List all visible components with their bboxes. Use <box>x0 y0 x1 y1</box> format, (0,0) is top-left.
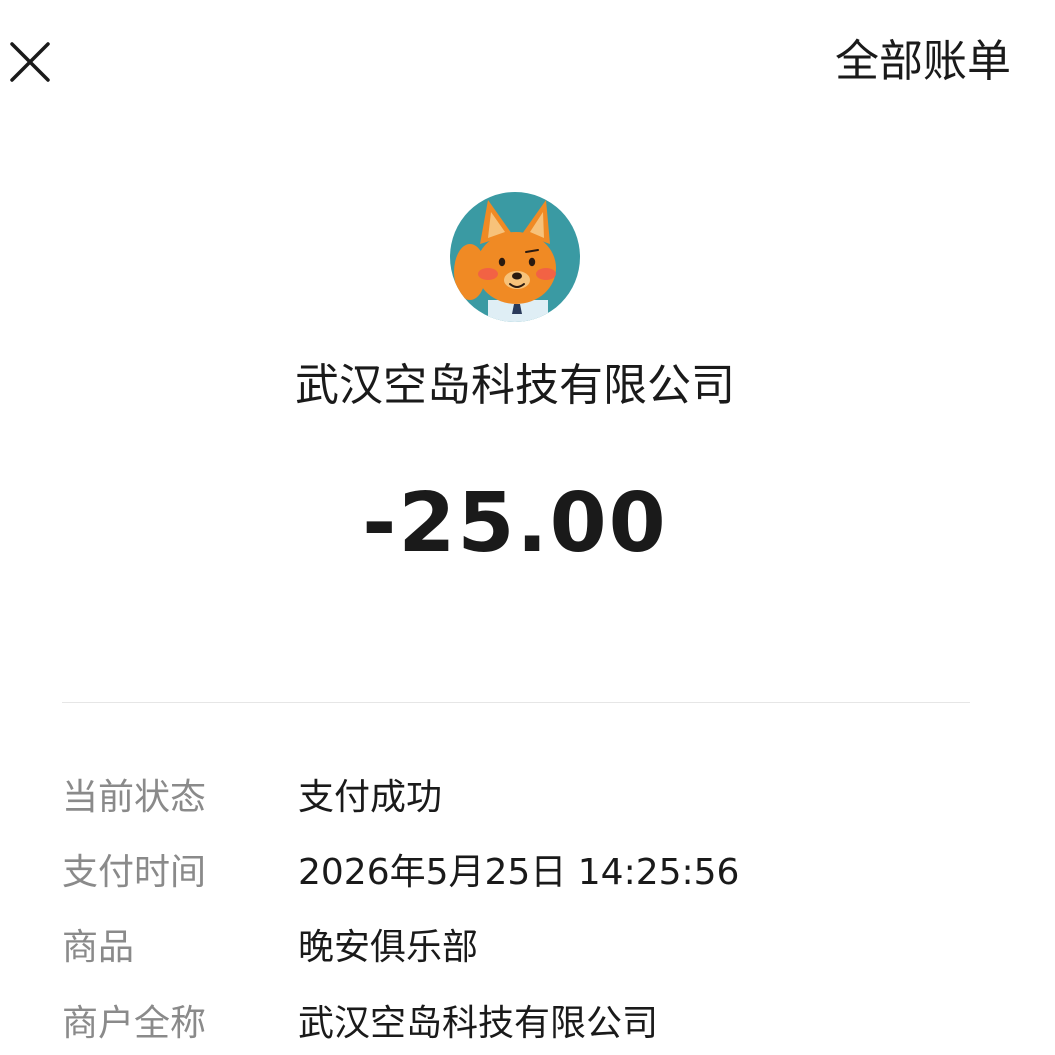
divider <box>62 702 970 703</box>
merchant-name: 武汉空岛科技有限公司 <box>295 360 735 411</box>
detail-label: 商品 <box>62 927 135 968</box>
detail-label: 支付时间 <box>62 852 207 893</box>
detail-value: 支付成功 <box>298 777 443 818</box>
detail-row-status: 当前状态 支付成功 <box>62 770 1022 826</box>
detail-value: 武汉空岛科技有限公司 <box>298 1003 659 1044</box>
detail-row-merchant-fullname: 商户全称 武汉空岛科技有限公司 <box>62 996 1022 1052</box>
detail-label: 商户全称 <box>62 1003 207 1044</box>
all-bills-link[interactable]: 全部账单 <box>835 34 1011 90</box>
detail-label: 当前状态 <box>62 777 207 818</box>
detail-row-payment-time: 支付时间 2026年5月25日 14:25:56 <box>62 845 1022 901</box>
merchant-avatar <box>450 192 580 322</box>
close-button[interactable] <box>8 40 52 84</box>
payment-amount: -25.00 <box>362 476 668 571</box>
detail-value: 晚安俱乐部 <box>298 927 479 968</box>
fox-avatar-icon <box>450 192 580 322</box>
detail-value: 2026年5月25日 14:25:56 <box>298 852 740 893</box>
close-icon <box>10 42 50 82</box>
detail-row-product: 商品 晚安俱乐部 <box>62 920 1022 976</box>
